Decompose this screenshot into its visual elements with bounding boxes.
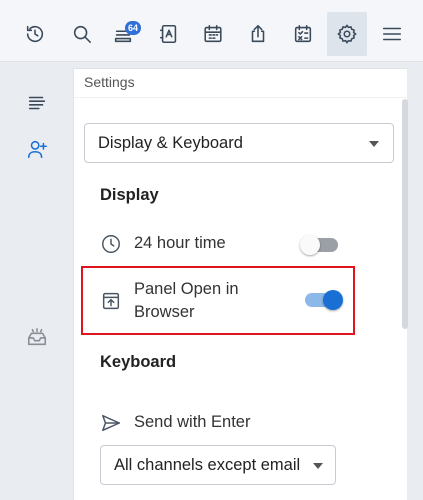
panel-title: Settings bbox=[84, 74, 135, 90]
search-button[interactable] bbox=[62, 12, 102, 56]
channels-select[interactable]: All channels except email bbox=[100, 445, 336, 485]
toggle-knob bbox=[300, 235, 320, 255]
display-heading: Display bbox=[100, 186, 159, 204]
panel-scrollbar[interactable] bbox=[402, 99, 408, 329]
hour24-label: 24 hour time bbox=[134, 234, 226, 252]
settings-category-value: Display & Keyboard bbox=[98, 133, 243, 152]
list-icon bbox=[28, 96, 46, 110]
tasks-icon bbox=[294, 24, 312, 43]
add-user-icon bbox=[27, 140, 47, 159]
open-in-browser-icon bbox=[100, 290, 122, 312]
panel-open-toggle[interactable] bbox=[305, 290, 343, 310]
contacts-button[interactable] bbox=[149, 12, 189, 56]
send-icon bbox=[100, 412, 122, 434]
list-button[interactable] bbox=[20, 86, 54, 120]
tasks-button[interactable] bbox=[283, 12, 323, 56]
calendar-icon bbox=[204, 24, 222, 43]
gear-icon bbox=[337, 24, 357, 44]
panel-open-label: Panel Open in Browser bbox=[134, 278, 239, 324]
top-toolbar: 64 bbox=[0, 0, 423, 62]
left-rail bbox=[0, 62, 73, 500]
channels-select-value: All channels except email bbox=[114, 455, 301, 474]
inbox-button[interactable]: 64 bbox=[103, 12, 143, 56]
settings-category-select[interactable]: Display & Keyboard bbox=[84, 123, 394, 163]
toggle-knob bbox=[323, 290, 343, 310]
calendar-button[interactable] bbox=[193, 12, 233, 56]
add-user-button[interactable] bbox=[20, 132, 54, 166]
share-icon bbox=[251, 24, 265, 43]
menu-icon bbox=[382, 27, 402, 41]
hour24-toggle[interactable] bbox=[300, 235, 338, 255]
contacts-icon bbox=[159, 24, 177, 44]
tray-button[interactable] bbox=[20, 320, 54, 354]
send-with-enter-label: Send with Enter bbox=[134, 413, 251, 431]
history-button[interactable] bbox=[15, 12, 55, 56]
settings-button[interactable] bbox=[327, 12, 367, 56]
history-icon bbox=[26, 25, 44, 43]
inbox-count-badge: 64 bbox=[125, 21, 142, 35]
send-with-enter-row: Send with Enter bbox=[100, 411, 350, 434]
keyboard-heading: Keyboard bbox=[100, 353, 177, 371]
tray-icon bbox=[27, 327, 47, 346]
chevron-down-icon bbox=[369, 141, 379, 147]
share-button[interactable] bbox=[238, 12, 278, 56]
panel-open-label-line1: Panel Open in bbox=[134, 280, 239, 298]
chevron-down-icon bbox=[313, 463, 323, 469]
panel-open-label-line2: Browser bbox=[134, 303, 195, 321]
search-icon bbox=[73, 25, 92, 44]
menu-button[interactable] bbox=[372, 12, 412, 56]
settings-panel: Settings Display & Keyboard Display 24 h… bbox=[73, 68, 408, 500]
panel-divider bbox=[74, 97, 408, 98]
clock-icon bbox=[100, 233, 122, 255]
